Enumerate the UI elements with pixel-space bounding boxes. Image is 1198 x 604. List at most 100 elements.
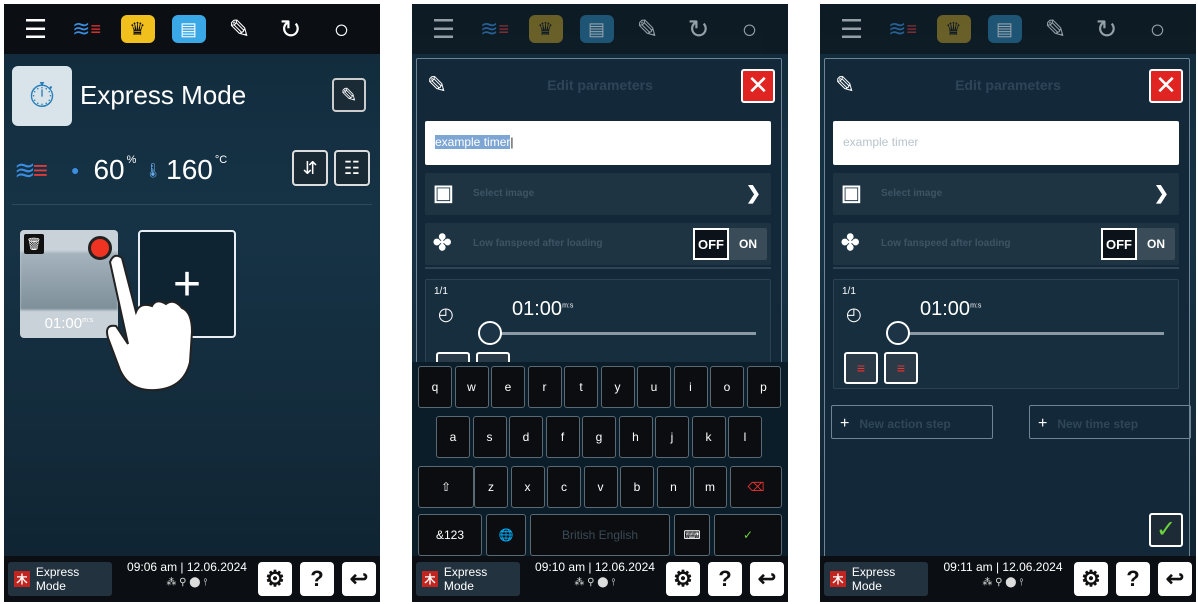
key-e[interactable]: e (491, 366, 525, 408)
thermometer-icon: 🌡 (144, 161, 163, 178)
confirm-button[interactable]: ✓ (1149, 513, 1183, 547)
key-g[interactable]: g (582, 416, 616, 458)
settings-sliders-button[interactable]: ☷ (334, 150, 370, 186)
divider (12, 204, 372, 205)
tray-icon[interactable]: ▤ (166, 7, 211, 51)
key-p[interactable]: p (746, 366, 781, 408)
dialog-title: Edit parameters (547, 77, 653, 93)
slider-knob[interactable] (478, 321, 502, 345)
core-temp-button[interactable]: ⇵ (292, 150, 328, 186)
time-slider[interactable] (482, 332, 756, 335)
screen-edit-keyboard: ☰ ≋ ≡ ♛ ▤ ✎ ↻ ○ ✎ Edit parameters ✕ examp… (412, 4, 788, 602)
key-v[interactable]: v (583, 466, 618, 508)
dialog-header: ✎ Edit parameters ✕ (825, 59, 1191, 111)
key-h[interactable]: h (618, 416, 653, 458)
steam-icon: ≋≡ (480, 16, 509, 41)
clock: 09:10 am | 12.06.2024 ⁂ ⚲ ⬤ ⫯ (530, 560, 660, 588)
edit-list-icon[interactable]: ✎ (217, 7, 262, 51)
steam-icon[interactable]: ≋ ≡ (64, 7, 109, 51)
close-button[interactable]: ✕ (741, 69, 775, 103)
fan-label: Low fanspeed after loading (881, 238, 1011, 249)
key-k[interactable]: k (691, 416, 726, 458)
trash-icon[interactable]: 🗑 (24, 234, 44, 254)
settings-gear-button[interactable]: ⚙ (666, 562, 700, 596)
toggle-off[interactable]: OFF (693, 228, 729, 260)
tray-icon: ▤ (982, 7, 1027, 51)
time-slider[interactable] (890, 332, 1164, 335)
key-z[interactable]: z (474, 466, 508, 508)
back-button[interactable]: ↩ (750, 562, 784, 596)
hide-keyboard-icon[interactable]: ⌨ (674, 514, 710, 556)
key-s[interactable]: s (472, 416, 507, 458)
fan-icon: ✤ (433, 230, 452, 255)
key-b[interactable]: b (620, 466, 654, 508)
timer-name-input[interactable]: example timer (833, 121, 1179, 165)
select-image-row[interactable]: ▣ Select image ❯ (833, 173, 1179, 215)
chevron-right-icon: ❯ (1153, 183, 1169, 203)
close-button[interactable]: ✕ (1149, 69, 1183, 103)
key-y[interactable]: y (600, 366, 635, 408)
action-step-icon[interactable]: ≡ (844, 352, 878, 384)
key-u[interactable]: u (637, 366, 671, 408)
fan-step-icon[interactable]: ≡ (884, 352, 918, 384)
edit-program-button[interactable]: ✎ (332, 78, 366, 112)
settings-gear-button[interactable]: ⚙ (258, 562, 292, 596)
toggle-on[interactable]: ON (1137, 228, 1175, 260)
cycle-icon: ↻ (687, 13, 710, 44)
screen-express-mode: ☰ ≋ ≡ ♛ ▤ ✎ ↻ ○ ⏱ Express Mode ✎ ≋≡ ● 60%… (4, 4, 380, 602)
back-button[interactable]: ↩ (342, 562, 376, 596)
key-i[interactable]: i (673, 366, 708, 408)
search-icon[interactable]: ○ (319, 7, 364, 51)
enter-key[interactable]: ✓ (714, 514, 782, 556)
help-button[interactable]: ? (1116, 562, 1150, 596)
key-c[interactable]: c (547, 466, 581, 508)
time-step: 1/1 ◴ 01:00m:s ≡ ≡ (833, 279, 1179, 389)
time-date: 09:10 am | 12.06.2024 (535, 560, 655, 574)
bottom-bar: 木 Express Mode 09:06 am | 12.06.2024 ⁂ ⚲ ⬤… (4, 556, 380, 602)
cycle-icon[interactable]: ↻ (268, 7, 313, 51)
mode-button[interactable]: 木 Express Mode (416, 562, 520, 596)
key-a[interactable]: a (436, 416, 470, 458)
select-image-row[interactable]: ▣ Select image ❯ (425, 173, 771, 215)
chef-hat-icon: ♛ (931, 7, 976, 51)
select-image-label: Select image (881, 188, 943, 199)
chef-hat-icon[interactable]: ♛ (115, 7, 160, 51)
key-w[interactable]: w (454, 366, 489, 408)
key-f[interactable]: f (545, 416, 580, 458)
shift-key[interactable]: ⇧ (418, 466, 474, 508)
step-count: 1/1 (434, 286, 448, 297)
fan-toggle[interactable]: OFF ON (1101, 228, 1175, 260)
toggle-off[interactable]: OFF (1101, 228, 1137, 260)
list-icon[interactable]: ☰ (13, 7, 58, 51)
status-icons: ⁂ ⚲ ⬤ ⫯ (574, 577, 616, 588)
key-n[interactable]: n (656, 466, 691, 508)
new-action-step-button[interactable]: + New action step (831, 405, 993, 439)
settings-gear-button[interactable]: ⚙ (1074, 562, 1108, 596)
back-button[interactable]: ↩ (1158, 562, 1192, 596)
backspace-key[interactable]: ⌫ (730, 466, 782, 508)
space-key[interactable]: British English (530, 514, 670, 556)
toggle-on[interactable]: ON (729, 228, 767, 260)
key-j[interactable]: j (655, 416, 689, 458)
key-o[interactable]: o (710, 366, 744, 408)
timer-name-input[interactable]: example timer| (425, 121, 771, 165)
slider-knob[interactable] (886, 321, 910, 345)
key-x[interactable]: x (510, 466, 545, 508)
mode-button[interactable]: 木 Express Mode (824, 562, 928, 596)
globe-icon[interactable]: 🌐 (486, 514, 526, 556)
numbers-key[interactable]: &123 (418, 514, 482, 556)
new-time-step-button[interactable]: + New time step (1029, 405, 1191, 439)
help-button[interactable]: ? (708, 562, 742, 596)
mode-button[interactable]: 木 Express Mode (8, 562, 112, 596)
key-t[interactable]: t (564, 366, 598, 408)
fan-toggle[interactable]: OFF ON (693, 228, 767, 260)
fan-icon: ✤ (841, 230, 860, 255)
key-q[interactable]: q (418, 366, 452, 408)
help-button[interactable]: ? (300, 562, 334, 596)
mode-label: Express Mode (443, 565, 488, 593)
key-m[interactable]: m (693, 466, 727, 508)
key-r[interactable]: r (527, 366, 562, 408)
key-d[interactable]: d (509, 416, 543, 458)
key-l[interactable]: l (728, 416, 762, 458)
humidity-icon: ● (70, 162, 80, 178)
